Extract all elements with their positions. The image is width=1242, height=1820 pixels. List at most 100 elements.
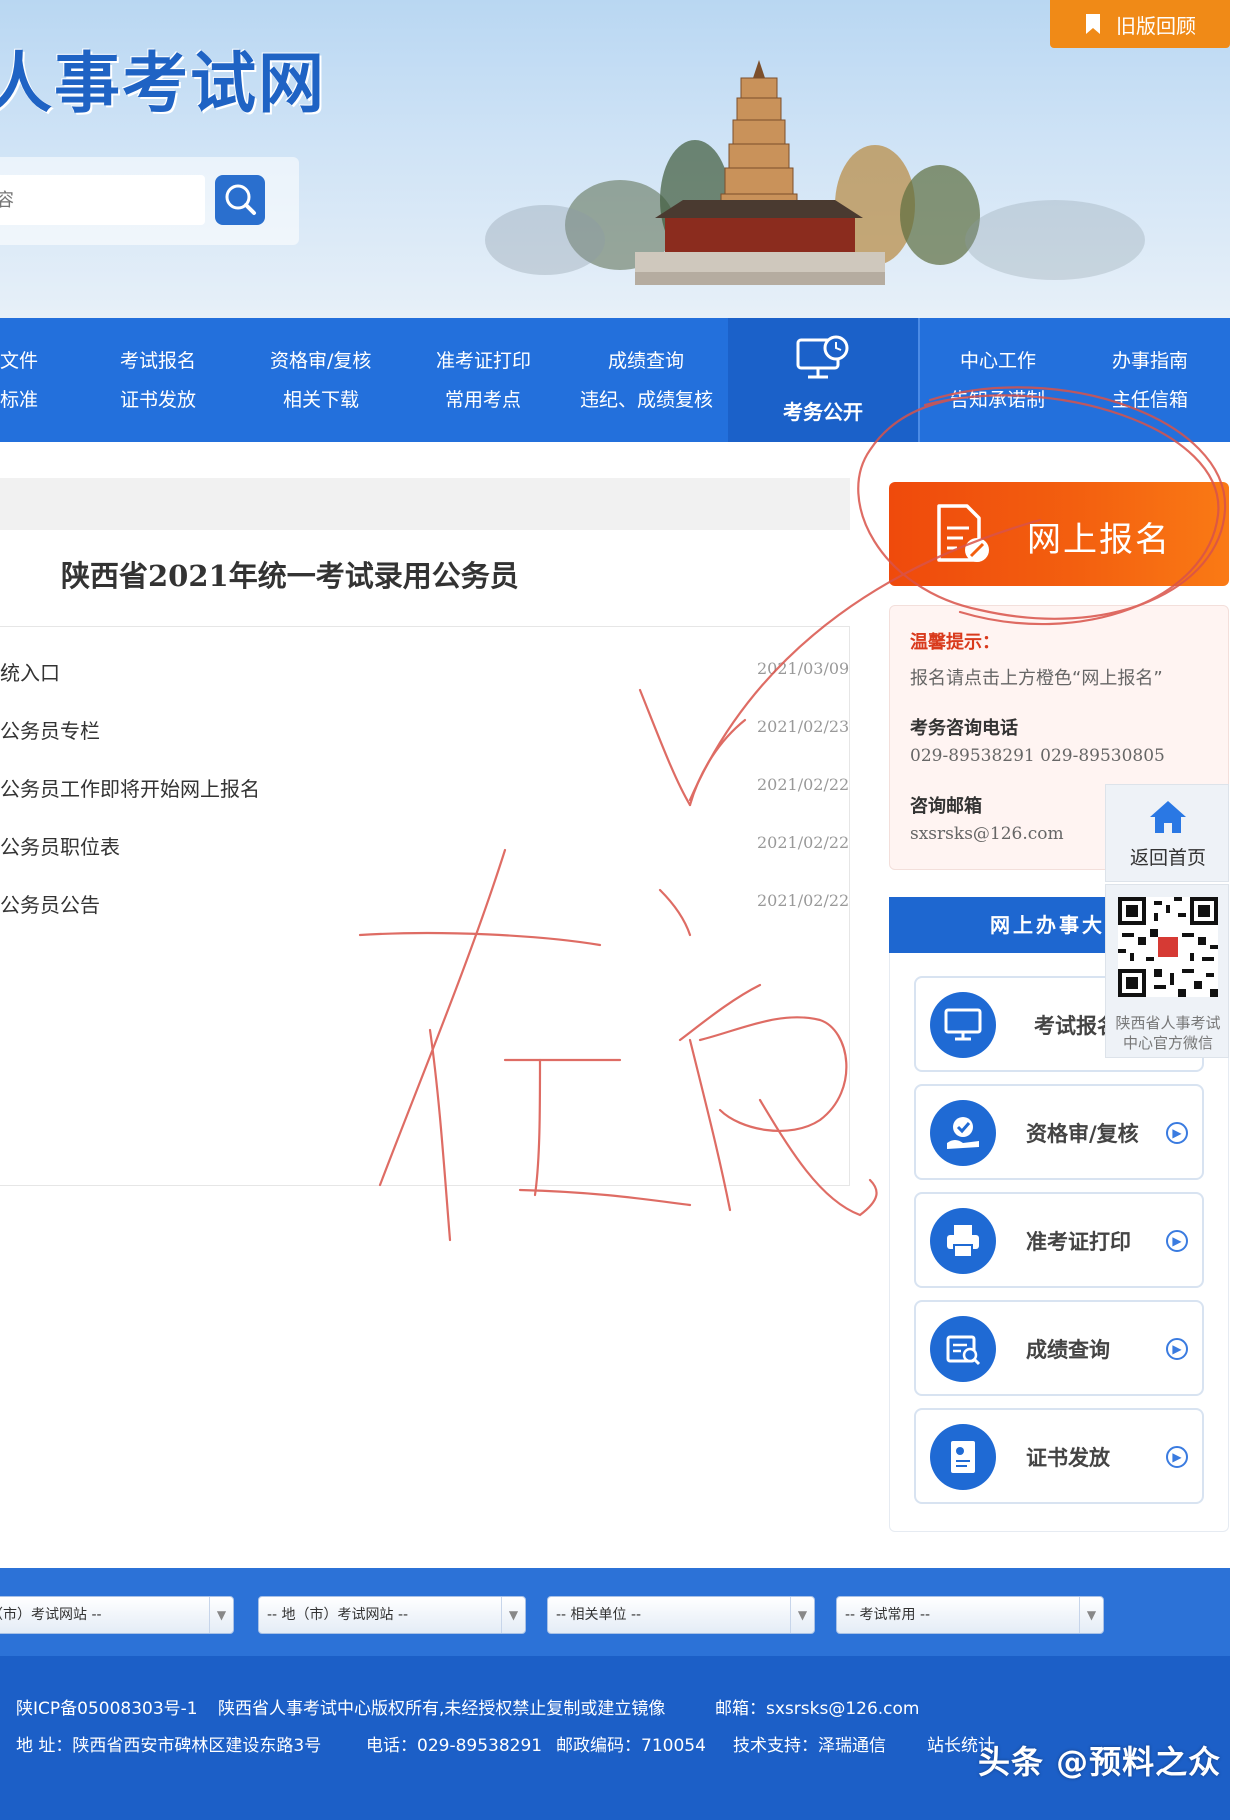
list-item[interactable]: 公务员专栏 2021/02/23 [0,715,849,755]
email-heading: 咨询邮箱 [910,796,982,817]
nav-item-center-work[interactable]: 中心工作 [960,346,1036,373]
list-item[interactable]: 公务员公告 2021/02/22 [0,889,849,929]
list-item-date: 2021/02/22 [757,833,850,852]
service-qualification[interactable]: 资格审/复核 ▶ [914,1084,1204,1180]
list-item[interactable]: 公务员职位表 2021/02/22 [0,831,849,871]
nav-item-exam-affairs[interactable]: 考务公开 [728,318,918,442]
nav-item-files[interactable]: 文件 [0,346,38,373]
old-version-button[interactable]: 旧版回顾 [1050,0,1230,48]
service-admit-card[interactable]: 准考证打印 ▶ [914,1192,1204,1288]
qr-caption: 陕西省人事考试 中心官方微信 [1106,1013,1230,1053]
copyright-text: 陕西省人事考试中心版权所有,未经授权禁止复制或建立镜像 [218,1699,666,1719]
service-certificate[interactable]: 证书发放 ▶ [914,1408,1204,1504]
nav-item-score-query[interactable]: 成绩查询 [608,346,684,373]
list-item-date: 2021/03/09 [757,659,850,678]
list-item-title: 公务员公告 [0,893,100,917]
chevron-down-icon: ▼ [209,1597,233,1633]
nav-item-review[interactable]: 违纪、成绩复核 [580,385,713,412]
chevron-down-icon: ▼ [1079,1597,1103,1633]
search-icon [225,184,256,215]
monitor-icon [930,992,996,1058]
footer-postcode: 邮政编码：710054 [556,1736,706,1756]
select-value: -- 相关单位 -- [556,1607,642,1623]
service-label: 成绩查询 [1026,1338,1110,1362]
select-value: -- 考试常用 -- [845,1607,931,1623]
site-title: 人事考试网 [0,45,326,122]
select-value: 省（市）考试网站 -- [0,1607,102,1623]
pagoda-illustration [485,60,1145,285]
qr-caption-line1: 陕西省人事考试 [1115,1014,1221,1032]
search-input[interactable] [0,175,205,225]
tip-heading: 温馨提示： [910,632,1000,653]
list-item[interactable]: 统入口 2021/03/09 [0,657,849,697]
phone-text: 029-89538291 029-89530805 [910,746,1165,766]
page: 人事考试网 旧版回顾 文件 标准 考试报名 证书发放 资格审/复核 相关下载 准… [0,0,1242,1820]
breadcrumb-strip [0,478,850,530]
nav-item-qualification[interactable]: 资格审/复核 [270,346,371,373]
certificate-icon [930,1424,996,1490]
chevron-down-icon: ▼ [501,1597,525,1633]
nav-item-admit-card[interactable]: 准考证打印 [436,346,531,373]
monitor-clock-icon [796,335,849,379]
list-item-title: 公务员工作即将开始网上报名 [0,777,260,801]
bookmark-icon [1086,14,1100,34]
list-item-date: 2021/02/22 [757,891,850,910]
arrow-right-icon: ▶ [1166,1122,1188,1144]
service-label: 准考证打印 [1026,1230,1131,1254]
list-item-title: 统入口 [0,661,60,685]
chevron-down-icon: ▼ [790,1597,814,1633]
home-icon [1150,801,1186,833]
footer-email: 邮箱：sxsrsks@126.com [715,1699,920,1719]
old-version-label: 旧版回顾 [1116,13,1196,38]
list-item-date: 2021/02/22 [757,775,850,794]
select-exam-common[interactable]: -- 考试常用 -- ▼ [836,1596,1104,1634]
list-item-date: 2021/02/23 [757,717,850,736]
arrow-right-icon: ▶ [1166,1230,1188,1252]
email-text: sxsrsks@126.com [910,824,1064,844]
wechat-qr-panel: 陕西省人事考试 中心官方微信 [1105,884,1229,1058]
header-banner: 人事考试网 旧版回顾 [0,0,1230,318]
back-home-button[interactable]: 返回首页 [1105,784,1229,882]
watermark: 头条 @预料之众 [978,1743,1222,1781]
services-heading: 网上办事大 [889,897,1105,953]
search-doc-icon [930,1316,996,1382]
phone-heading: 考务咨询电话 [910,718,1018,739]
online-register-button[interactable]: 网上报名 [889,482,1229,586]
nav-item-exam-sites[interactable]: 常用考点 [445,385,521,412]
tip-text: 报名请点击上方橙色“网上报名” [910,668,1163,689]
search-button[interactable] [215,175,265,225]
printer-icon [930,1208,996,1274]
nav-item-commitment[interactable]: 告知承诺制 [950,385,1045,412]
form-edit-icon [937,504,989,562]
nav-item-exam-register[interactable]: 考试报名 [120,346,196,373]
back-home-label: 返回首页 [1129,847,1206,869]
nav-item-standards[interactable]: 标准 [0,385,38,412]
select-province-sites[interactable]: 省（市）考试网站 -- ▼ [0,1596,234,1634]
nav-item-director-mailbox[interactable]: 主任信箱 [1112,385,1188,412]
service-score-query[interactable]: 成绩查询 ▶ [914,1300,1204,1396]
select-related-units[interactable]: -- 相关单位 -- ▼ [547,1596,815,1634]
select-value: -- 地（市）考试网站 -- [267,1607,409,1623]
list-item-title: 公务员专栏 [0,719,100,743]
nav-divider [918,318,920,442]
service-label: 证书发放 [1026,1446,1110,1470]
footer-address: 地 址：陕西省西安市碑林区建设东路3号 [16,1736,322,1756]
list-item-title: 公务员职位表 [0,835,120,859]
icp-number[interactable]: 陕ICP备05008303号-1 [16,1694,198,1719]
footer-phone: 电话：029-89538291 [366,1736,543,1756]
arrow-right-icon: ▶ [1166,1446,1188,1468]
nav-item-downloads[interactable]: 相关下载 [283,385,359,412]
qr-code-image [1118,897,1218,997]
page-title: 陕西省2021年统一考试录用公务员 [61,559,519,593]
check-hand-icon [930,1100,996,1166]
arrow-right-icon: ▶ [1166,1338,1188,1360]
select-city-sites[interactable]: -- 地（市）考试网站 -- ▼ [258,1596,526,1634]
footer-support: 技术支持：泽瑞通信 [733,1736,886,1756]
nav-item-guide[interactable]: 办事指南 [1112,346,1188,373]
online-register-label: 网上报名 [1027,520,1171,560]
search-box [0,157,299,245]
nav-item-cert-issue[interactable]: 证书发放 [120,385,196,412]
list-item[interactable]: 公务员工作即将开始网上报名 2021/02/22 [0,773,849,813]
nav-special-label: 考务公开 [783,400,863,424]
footer-link-bar: 省（市）考试网站 -- ▼ -- 地（市）考试网站 -- ▼ -- 相关单位 -… [0,1568,1230,1656]
